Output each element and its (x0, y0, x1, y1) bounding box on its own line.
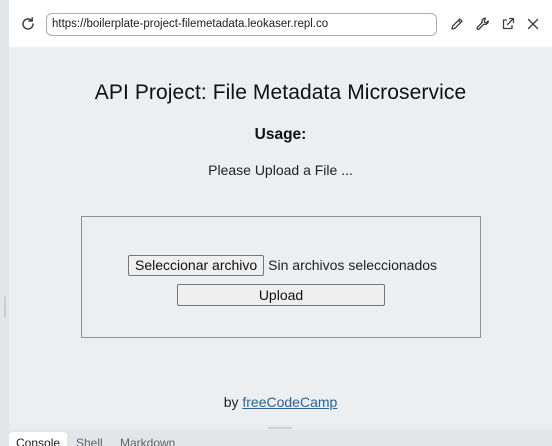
choose-file-button[interactable]: Seleccionar archivo (128, 254, 265, 276)
file-input-row: Seleccionar archivo Sin archivos selecci… (128, 254, 437, 276)
upload-form: Seleccionar archivo Sin archivos selecci… (81, 216, 481, 338)
webview-content: API Project: File Metadata Microservice … (9, 47, 552, 424)
usage-text: Please Upload a File ... (208, 162, 353, 178)
footer-credit: by freeCodeCamp (9, 394, 552, 410)
page-title: API Project: File Metadata Microservice (94, 81, 467, 104)
reload-icon[interactable] (16, 12, 40, 36)
file-status-text: Sin archivos seleccionados (268, 257, 438, 273)
url-input[interactable]: https://boilerplate-project-filemetadata… (46, 13, 437, 36)
usage-heading: Usage: (254, 126, 307, 143)
close-icon[interactable] (521, 12, 545, 36)
footer-prefix: by (223, 394, 239, 410)
bottom-tab-bar: Console Shell Markdown (9, 430, 552, 446)
tab-markdown[interactable]: Markdown (113, 432, 182, 446)
repl-webview-pane: https://boilerplate-project-filemetadata… (0, 0, 552, 446)
pencil-icon[interactable] (445, 12, 469, 36)
external-link-icon[interactable] (496, 12, 520, 36)
freecodecamp-link[interactable]: freeCodeCamp (242, 394, 337, 410)
pane-resize-handle[interactable] (4, 296, 6, 318)
webview-toolbar: https://boilerplate-project-filemetadata… (9, 0, 552, 47)
left-pane-edge (0, 0, 9, 446)
upload-button[interactable]: Upload (177, 284, 385, 306)
console-resize-handle[interactable] (268, 427, 292, 429)
wrench-icon[interactable] (471, 12, 495, 36)
tab-console[interactable]: Console (9, 432, 68, 446)
tab-shell[interactable]: Shell (69, 432, 110, 446)
